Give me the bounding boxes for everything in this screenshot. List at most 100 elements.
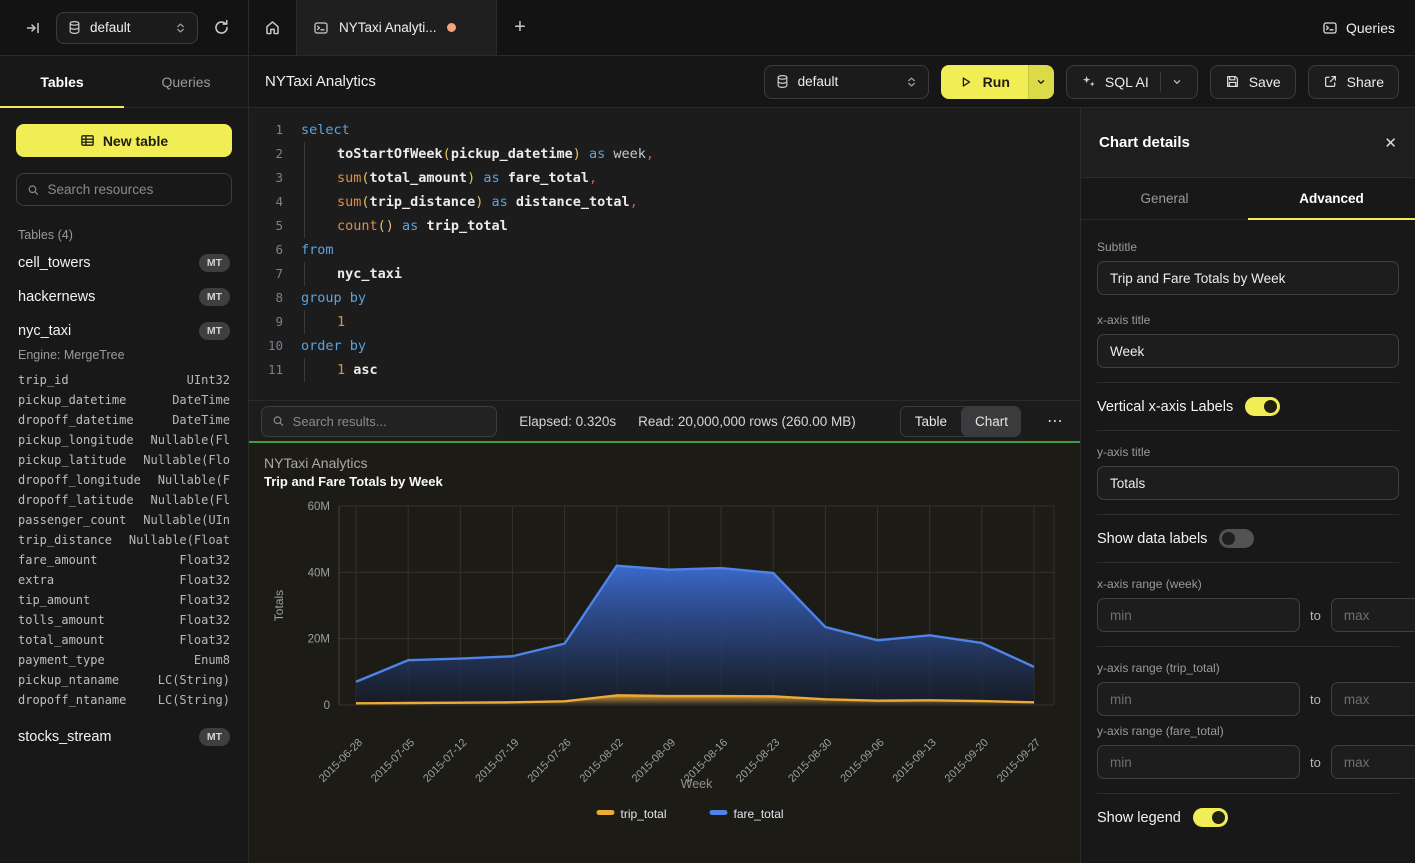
save-button[interactable]: Save [1210,65,1296,99]
vertical-labels-toggle[interactable] [1245,397,1280,416]
legend-label-fare_total[interactable]: fare_total [734,807,784,821]
yrange-trip-min-input[interactable] [1097,682,1300,716]
tab-queries[interactable]: Queries [124,56,248,107]
legend-swatch-fare_total[interactable] [710,810,728,815]
sql-ai-button[interactable]: SQL AI [1066,65,1198,99]
token: () [378,218,394,234]
refresh-icon[interactable] [208,15,234,41]
database-selector[interactable]: default [56,12,198,44]
subtitle-label: Subtitle [1097,240,1399,254]
unsaved-changes-dot [447,23,456,32]
xrange-max-input[interactable] [1331,598,1415,632]
results-search[interactable] [261,406,497,437]
column-name: pickup_longitude [18,430,134,450]
yaxis-title-input[interactable] [1097,466,1399,500]
chevron-updown-icon [905,75,918,89]
tab-general[interactable]: General [1081,178,1248,219]
column-name: pickup_ntaname [18,670,119,690]
column-row: trip_distanceNullable(Float [16,530,232,550]
column-type: LC(String) [158,670,230,690]
run-options-caret[interactable] [1028,65,1054,99]
editor-line[interactable]: 6 from [257,238,1080,262]
chart-section: NYTaxi Analytics Trip and Fare Totals by… [249,443,1080,863]
token: from [301,242,334,258]
column-name: dropoff_datetime [18,410,134,430]
editor-line[interactable]: 3sum(total_amount) as fare_total, [257,166,1080,190]
code-text: from [301,238,334,262]
y-tick-label: 20M [308,634,330,646]
engine-badge: MT [199,254,230,272]
token: distance_total [516,194,630,210]
resource-search-input[interactable] [48,182,221,197]
sql-editor[interactable]: 1select2toStartOfWeek(pickup_datetime) a… [249,108,1080,400]
chart-details-header: Chart details ✕ [1081,108,1415,178]
xaxis-title-input[interactable] [1097,334,1399,368]
editor-line[interactable]: 111 asc [257,358,1080,382]
query-tab[interactable]: NYTaxi Analyti... [297,0,497,55]
resource-search[interactable] [16,173,232,206]
editor-line[interactable]: 2toStartOfWeek(pickup_datetime) as week, [257,142,1080,166]
legend-label-trip_total[interactable]: trip_total [621,807,667,821]
tab-tables[interactable]: Tables [0,56,124,107]
chart-details-panel: Chart details ✕ General Advanced Subtitl… [1080,108,1415,863]
yrange-fare-min-input[interactable] [1097,745,1300,779]
column-type: Nullable(Flo [143,450,230,470]
home-tab[interactable] [249,0,297,55]
toolbar-database-value: default [798,74,897,89]
subtitle-input[interactable] [1097,261,1399,295]
view-chart-button[interactable]: Chart [961,407,1021,436]
view-table-button[interactable]: Table [901,407,961,436]
console-icon [1322,20,1338,36]
data-labels-toggle[interactable] [1219,529,1254,548]
line-number: 7 [257,262,283,286]
column-name: pickup_datetime [18,390,126,410]
new-table-button[interactable]: New table [16,124,232,157]
new-tab-button[interactable]: + [497,0,543,55]
legend-swatch-trip_total[interactable] [597,810,615,815]
table-row[interactable]: nyc_taxiMT [16,314,232,348]
sql-ai-caret[interactable] [1160,72,1183,92]
editor-line[interactable]: 5count() as trip_total [257,214,1080,238]
database-icon [775,74,790,89]
yrange-trip-max-input[interactable] [1331,682,1415,716]
show-legend-toggle[interactable] [1193,808,1228,827]
close-icon[interactable]: ✕ [1384,134,1397,152]
run-button[interactable]: Run [941,65,1054,99]
xrange-min-input[interactable] [1097,598,1300,632]
save-icon [1225,74,1240,89]
table-row[interactable]: cell_towersMT [16,246,232,280]
engine-badge: MT [199,288,230,306]
editor-line[interactable]: 8group by [257,286,1080,310]
editor-line[interactable]: 7 nyc_taxi [257,262,1080,286]
collapse-sidebar-icon[interactable] [20,15,46,41]
page-title: NYTaxi Analytics [265,73,376,90]
tables-list: cell_towersMThackernewsMTnyc_taxiMTEngin… [16,246,232,754]
table-row[interactable]: stocks_streamMT [16,720,232,754]
table-row[interactable]: hackernewsMT [16,280,232,314]
line-number: 6 [257,238,283,262]
save-label: Save [1249,74,1281,90]
token: nyc_taxi [337,266,402,282]
results-chart[interactable]: 020M40M60MTotals2015-06-282015-07-052015… [249,443,1080,863]
yrange-fare-max-input[interactable] [1331,745,1415,779]
toolbar-database-selector[interactable]: default [764,65,929,99]
tab-advanced[interactable]: Advanced [1248,178,1415,219]
token: trip_distance [370,194,476,210]
sidebar-tabs: Tables Queries [0,56,248,108]
editor-line[interactable]: 1select [257,118,1080,142]
results-search-input[interactable] [293,414,487,429]
token: fare_total [508,170,589,186]
editor-line[interactable]: 10order by [257,334,1080,358]
more-options-icon[interactable]: ⋯ [1043,411,1068,431]
line-number: 3 [257,166,283,190]
indent-guide [304,190,337,214]
share-button[interactable]: Share [1308,65,1399,99]
column-type: Nullable(Fl [151,490,230,510]
editor-line[interactable]: 4sum(trip_distance) as distance_total, [257,190,1080,214]
editor-line[interactable]: 91 [257,310,1080,334]
line-number: 2 [257,142,283,166]
token: pickup_datetime [451,146,573,162]
column-type: Enum8 [194,650,230,670]
queries-button[interactable]: Queries [1322,20,1395,36]
column-type: UInt32 [187,370,230,390]
